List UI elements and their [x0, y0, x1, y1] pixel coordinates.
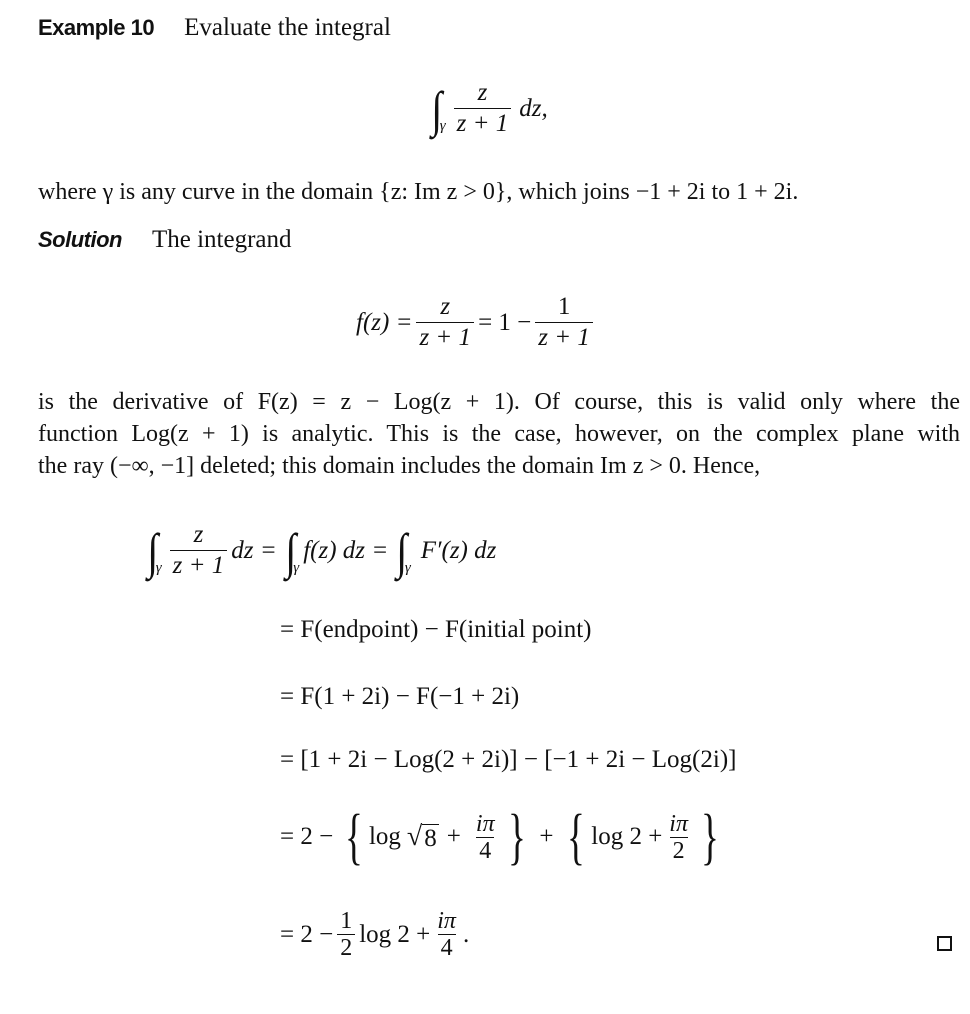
- fraction-numerator: 1: [557, 293, 571, 320]
- fraction-i-pi-over-4: iπ 4: [434, 908, 459, 961]
- paragraph-line: is the derivative of F(z) = z − Log(z + …: [38, 389, 960, 415]
- fraction-denominator: z + 1: [169, 550, 228, 581]
- fraction-numerator: z: [477, 79, 488, 106]
- sqrt-icon: √: [406, 821, 423, 852]
- eq-prefix: = 2 −: [280, 823, 334, 850]
- explanation-paragraph: is the derivative of F(z) = z − Log(z + …: [38, 386, 960, 482]
- period: .: [462, 920, 470, 948]
- fraction-1-over-z-plus-1: 1 z + 1: [535, 292, 593, 353]
- square-root: √ 8: [407, 821, 439, 853]
- integrand-fraction: z z + 1: [169, 520, 228, 581]
- plus-sign: +: [539, 823, 554, 850]
- integrand-fraction: z z + 1: [453, 78, 512, 139]
- paragraph-line: function Log(z + 1) is analytic. This is…: [38, 421, 960, 447]
- integral-chain-line: ∫ γ z z + 1 dz = ∫ γ f(z) dz = ∫ γ F′(z)…: [146, 520, 496, 581]
- equation-line-result: = 2 − 1 2 log 2 + iπ 4 .: [280, 908, 469, 961]
- fraction-denominator: z + 1: [535, 322, 593, 353]
- eq-mid: = 1 −: [478, 308, 532, 336]
- sqrt-argument: 8: [422, 824, 439, 852]
- log-expression: log 2 +: [591, 823, 663, 850]
- example-intro: Evaluate the integral: [184, 14, 391, 41]
- solution-intro: The integrand: [151, 226, 292, 253]
- equation-line-expanded: = [1 + 2i − Log(2 + 2i)] − [−1 + 2i − Lo…: [280, 746, 737, 773]
- equation-line-logs: = 2 − { log √ 8 + iπ 4 } + { log 2 + iπ …: [280, 806, 725, 868]
- fraction-z-over-z-plus-1: z z + 1: [416, 292, 475, 353]
- log-label: log: [368, 823, 401, 850]
- fraction-i-pi-over-4: iπ 4: [473, 811, 498, 864]
- fraction-denominator: 2: [669, 836, 688, 864]
- eq-lhs: f(z) =: [356, 308, 413, 336]
- plus-sign: +: [446, 823, 461, 850]
- fraction-denominator: 4: [437, 934, 456, 961]
- example-label: Example 10: [38, 15, 155, 40]
- equation-line-evaluated: = F(1 + 2i) − F(−1 + 2i): [280, 683, 520, 710]
- fraction-numerator: iπ: [669, 810, 688, 837]
- fraction-denominator: z + 1: [453, 108, 512, 139]
- qed-square-icon: [937, 936, 952, 951]
- integral-subscript: γ: [404, 560, 411, 576]
- solution-header: Solution The integrand: [38, 226, 292, 254]
- equals-sign: =: [373, 536, 388, 564]
- differential: dz,: [519, 94, 548, 122]
- fraction-denominator: z + 1: [416, 322, 475, 353]
- integral-subscript: γ: [155, 560, 162, 576]
- integrand: F′(z) dz: [420, 536, 497, 564]
- fraction-i-pi-over-2: iπ 2: [666, 811, 691, 864]
- equation-line-endpoint: = F(endpoint) − F(initial point): [280, 616, 592, 643]
- fraction-numerator: 1: [340, 908, 353, 934]
- integrand-equation: f(z) = z z + 1 = 1 − 1 z + 1: [356, 292, 597, 353]
- differential: dz: [231, 536, 254, 564]
- fraction-numerator: z: [193, 521, 204, 548]
- fraction-numerator: iπ: [475, 810, 495, 837]
- right-brace: }: [507, 803, 526, 871]
- integral-subscript: γ: [293, 560, 300, 576]
- fraction-numerator: iπ: [437, 908, 456, 934]
- left-brace: {: [567, 803, 586, 871]
- log-expression: log 2 +: [359, 920, 431, 948]
- solution-label: Solution: [38, 227, 122, 252]
- example-header: Example 10 Evaluate the integral: [38, 14, 391, 42]
- fraction-denominator: 4: [476, 836, 495, 864]
- integrand: f(z) dz: [303, 536, 366, 564]
- condition-text: where γ is any curve in the domain {z: I…: [38, 179, 799, 205]
- fraction-one-half: 1 2: [337, 908, 356, 961]
- problem-integral: ∫ γ z z + 1 dz,: [430, 78, 548, 139]
- fraction-denominator: 2: [337, 934, 356, 961]
- integral-subscript: γ: [439, 118, 446, 134]
- fraction-numerator: z: [440, 293, 451, 320]
- right-brace: }: [700, 803, 719, 871]
- left-brace: {: [345, 803, 364, 871]
- paragraph-line: the ray (−∞, −1] deleted; this domain in…: [38, 453, 761, 479]
- equals-sign: =: [261, 536, 276, 564]
- eq-prefix: = 2 −: [280, 920, 334, 948]
